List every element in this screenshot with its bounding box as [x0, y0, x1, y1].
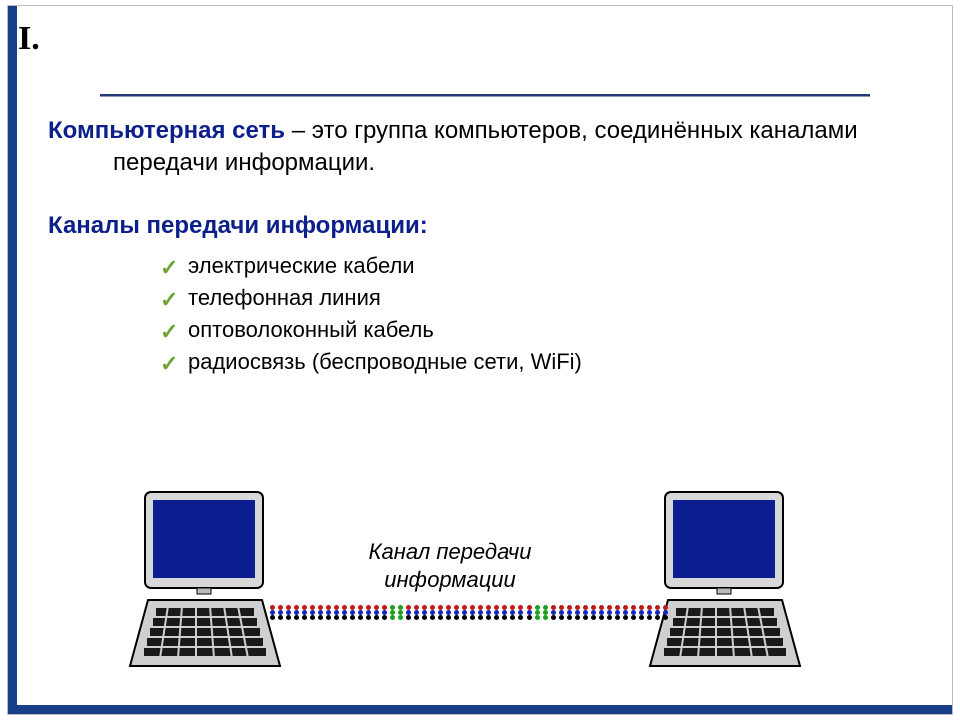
list-item-label: телефонная линия: [188, 285, 381, 310]
slide-content: Компьютерная сеть – это группа компьютер…: [48, 115, 908, 378]
caption-line: информации: [384, 567, 516, 592]
diagram-caption: Канал передачи информации: [290, 538, 610, 593]
channels-heading: Каналы передачи информации:: [48, 210, 908, 242]
definition-term: Компьютерная сеть: [48, 117, 285, 144]
accent-bar-bottom: [8, 705, 952, 714]
list-item: ✓оптоволоконный кабель: [188, 314, 908, 346]
definition-text: Компьютерная сеть – это группа компьютер…: [48, 115, 908, 180]
list-item: ✓радиосвязь (беспроводные сети, WiFi): [188, 346, 908, 378]
check-icon: ✓: [160, 284, 178, 316]
check-icon: ✓: [160, 252, 178, 284]
list-item-label: радиосвязь (беспроводные сети, WiFi): [188, 349, 582, 374]
laptop-icon: [120, 490, 290, 670]
slide-number: I.: [18, 20, 40, 58]
caption-line: Канал передачи: [369, 539, 532, 564]
list-item: ✓электрические кабели: [188, 250, 908, 282]
check-icon: ✓: [160, 316, 178, 348]
network-diagram: Канал передачи информации: [0, 480, 960, 700]
list-item-label: оптоволоконный кабель: [188, 317, 434, 342]
channels-list: ✓электрические кабели ✓телефонная линия …: [48, 250, 908, 378]
laptop-icon: [640, 490, 810, 670]
list-item-label: электрические кабели: [188, 253, 415, 278]
check-icon: ✓: [160, 348, 178, 380]
title-underline: [100, 94, 870, 97]
list-item: ✓телефонная линия: [188, 282, 908, 314]
cable-icon: [270, 605, 668, 625]
